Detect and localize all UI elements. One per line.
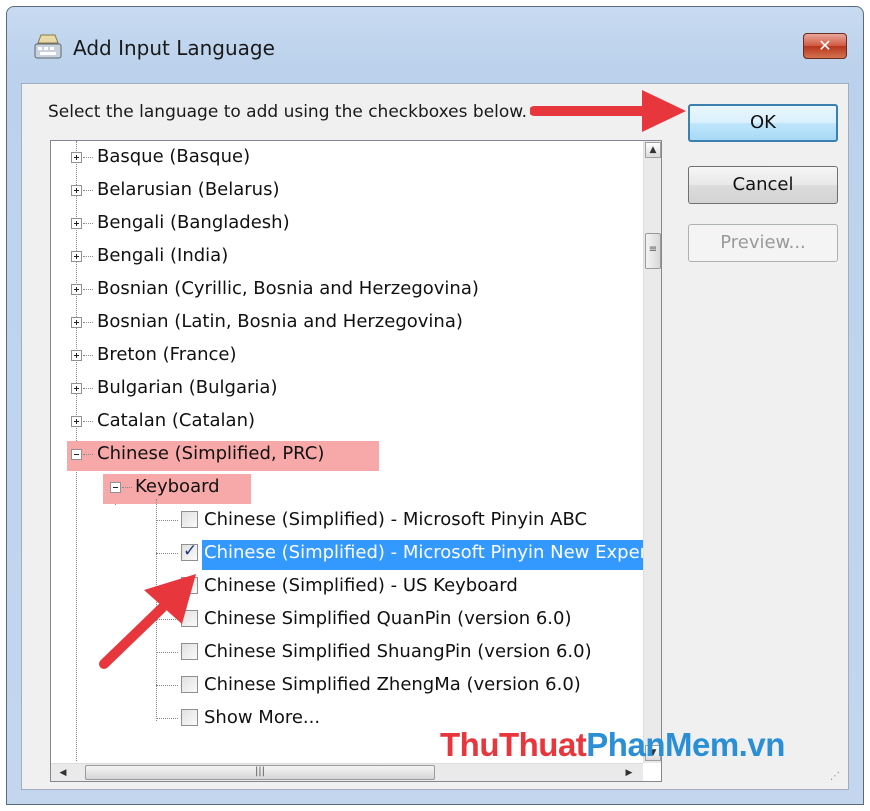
- tree-item-label: Breton (France): [97, 344, 237, 365]
- keyboard-item-label: Chinese (Simplified) - Microsoft Pinyin …: [204, 509, 588, 530]
- tree-item-label: Catalan (Catalan): [97, 410, 256, 431]
- tree-connector: [122, 487, 132, 488]
- expand-icon[interactable]: [71, 185, 82, 196]
- tree-connector: [83, 190, 93, 191]
- vertical-scrollbar[interactable]: ▲ ≡ ▼: [643, 141, 661, 763]
- tree-item-keyboard-group[interactable]: Keyboard: [51, 474, 643, 504]
- keyboard-item-label: Chinese Simplified ShuangPin (version 6.…: [204, 641, 592, 662]
- watermark-logo: ThuThuatPhanMem.vn: [440, 726, 785, 764]
- checkbox[interactable]: [181, 676, 198, 693]
- expand-icon[interactable]: [71, 383, 82, 394]
- expand-icon[interactable]: [71, 350, 82, 361]
- watermark-part: ThuThuat: [440, 726, 587, 763]
- tree-item-bosnian-cyrillic[interactable]: Bosnian (Cyrillic, Bosnia and Herzegovin…: [51, 276, 643, 306]
- preview-button[interactable]: Preview...: [688, 224, 838, 262]
- keyboard-item-shuangpin[interactable]: Chinese Simplified ShuangPin (version 6.…: [51, 639, 643, 669]
- tree-item-bulgarian[interactable]: Bulgarian (Bulgaria): [51, 375, 643, 405]
- scroll-thumb[interactable]: |||: [85, 765, 435, 780]
- tree-item-label: Keyboard: [135, 476, 220, 497]
- tree-connector: [83, 388, 93, 389]
- keyboard-item-label: Chinese (Simplified) - US Keyboard: [204, 575, 518, 596]
- close-button[interactable]: ✕: [803, 33, 847, 59]
- keyboard-item-label: Chinese Simplified ZhengMa (version 6.0): [204, 674, 581, 695]
- tree-item-label: Bengali (India): [97, 245, 229, 266]
- tree-connector: [156, 553, 178, 554]
- checkbox-checked[interactable]: [181, 541, 198, 561]
- tree-item-basque[interactable]: Basque (Basque): [51, 144, 643, 174]
- cancel-button[interactable]: Cancel: [688, 166, 838, 204]
- scroll-up-icon[interactable]: ▲: [645, 142, 661, 158]
- keyboard-item-pinyin-new-experience[interactable]: Chinese (Simplified) - Microsoft Pinyin …: [51, 540, 661, 570]
- keyboard-item-zhengma[interactable]: Chinese Simplified ZhengMa (version 6.0): [51, 672, 643, 702]
- tree-connector: [156, 586, 178, 587]
- tree-connector: [156, 619, 178, 620]
- checkbox[interactable]: [181, 577, 198, 594]
- add-input-language-dialog: Add Input Language ✕ Select the language…: [6, 6, 864, 805]
- tree-item-label: Basque (Basque): [97, 146, 251, 167]
- keyboard-item-label: Show More...: [204, 707, 321, 728]
- checkbox[interactable]: [181, 511, 198, 528]
- horizontal-scrollbar[interactable]: ◀ ||| ▶: [51, 763, 643, 781]
- ok-button[interactable]: OK: [688, 104, 838, 142]
- tree-connector: [83, 256, 93, 257]
- tree-connector: [83, 355, 93, 356]
- tree-item-label: Bosnian (Latin, Bosnia and Herzegovina): [97, 311, 463, 332]
- tree-connector: [83, 157, 93, 158]
- tree-connector: [83, 322, 93, 323]
- tree-item-label: Bosnian (Cyrillic, Bosnia and Herzegovin…: [97, 278, 479, 299]
- tree-item-bengali-bangladesh[interactable]: Bengali (Bangladesh): [51, 210, 643, 240]
- instruction-text: Select the language to add using the che…: [48, 102, 528, 122]
- tree-item-bengali-india[interactable]: Bengali (India): [51, 243, 643, 273]
- scroll-right-icon[interactable]: ▶: [621, 765, 637, 781]
- tree-connector: [83, 421, 93, 422]
- expand-icon[interactable]: [71, 152, 82, 163]
- expand-icon[interactable]: [71, 218, 82, 229]
- checkbox[interactable]: [181, 610, 198, 627]
- tree-item-label: Bengali (Bangladesh): [97, 212, 290, 233]
- watermark-part: .vn: [738, 726, 786, 763]
- tree-connector: [156, 520, 178, 521]
- tree-connector: [83, 223, 93, 224]
- tree-connector: [156, 718, 178, 719]
- scroll-left-icon[interactable]: ◀: [55, 765, 71, 781]
- tree-connector: [156, 652, 178, 653]
- keyboard-item-quanpin[interactable]: Chinese Simplified QuanPin (version 6.0): [51, 606, 643, 636]
- tree-item-label: Chinese (Simplified, PRC): [97, 443, 325, 464]
- collapse-icon[interactable]: [110, 482, 121, 493]
- tree-item-catalan[interactable]: Catalan (Catalan): [51, 408, 643, 438]
- scroll-thumb[interactable]: ≡: [645, 233, 661, 269]
- keyboard-icon: [34, 34, 62, 59]
- checkbox[interactable]: [181, 709, 198, 726]
- watermark-part: PhanMem: [586, 726, 739, 763]
- tree-connector: [83, 289, 93, 290]
- tree-item-breton[interactable]: Breton (France): [51, 342, 643, 372]
- tree-item-bosnian-latin[interactable]: Bosnian (Latin, Bosnia and Herzegovina): [51, 309, 643, 339]
- tree-item-label: Bulgarian (Bulgaria): [97, 377, 278, 398]
- collapse-icon[interactable]: [71, 449, 82, 460]
- title-bar[interactable]: Add Input Language ✕: [7, 7, 863, 83]
- keyboard-item-us-keyboard[interactable]: Chinese (Simplified) - US Keyboard: [51, 573, 643, 603]
- expand-icon[interactable]: [71, 251, 82, 262]
- tree-item-label: Belarusian (Belarus): [97, 179, 280, 200]
- dialog-body: Select the language to add using the che…: [21, 83, 849, 790]
- expand-icon[interactable]: [71, 416, 82, 427]
- window-title: Add Input Language: [73, 36, 275, 60]
- keyboard-item-label: Chinese Simplified QuanPin (version 6.0): [204, 608, 572, 629]
- tree-item-chinese-simplified-prc[interactable]: Chinese (Simplified, PRC): [51, 441, 643, 471]
- keyboard-item-label: Chinese (Simplified) - Microsoft Pinyin …: [204, 542, 662, 563]
- keyboard-item-pinyin-abc[interactable]: Chinese (Simplified) - Microsoft Pinyin …: [51, 507, 643, 537]
- resize-grip-icon[interactable]: ⋰: [830, 771, 844, 785]
- tree-connector: [83, 454, 93, 455]
- language-tree[interactable]: Basque (Basque) Belarusian (Belarus) Ben…: [50, 140, 662, 782]
- tree-item-belarusian[interactable]: Belarusian (Belarus): [51, 177, 643, 207]
- expand-icon[interactable]: [71, 284, 82, 295]
- tree-connector: [156, 685, 178, 686]
- expand-icon[interactable]: [71, 317, 82, 328]
- checkbox[interactable]: [181, 643, 198, 660]
